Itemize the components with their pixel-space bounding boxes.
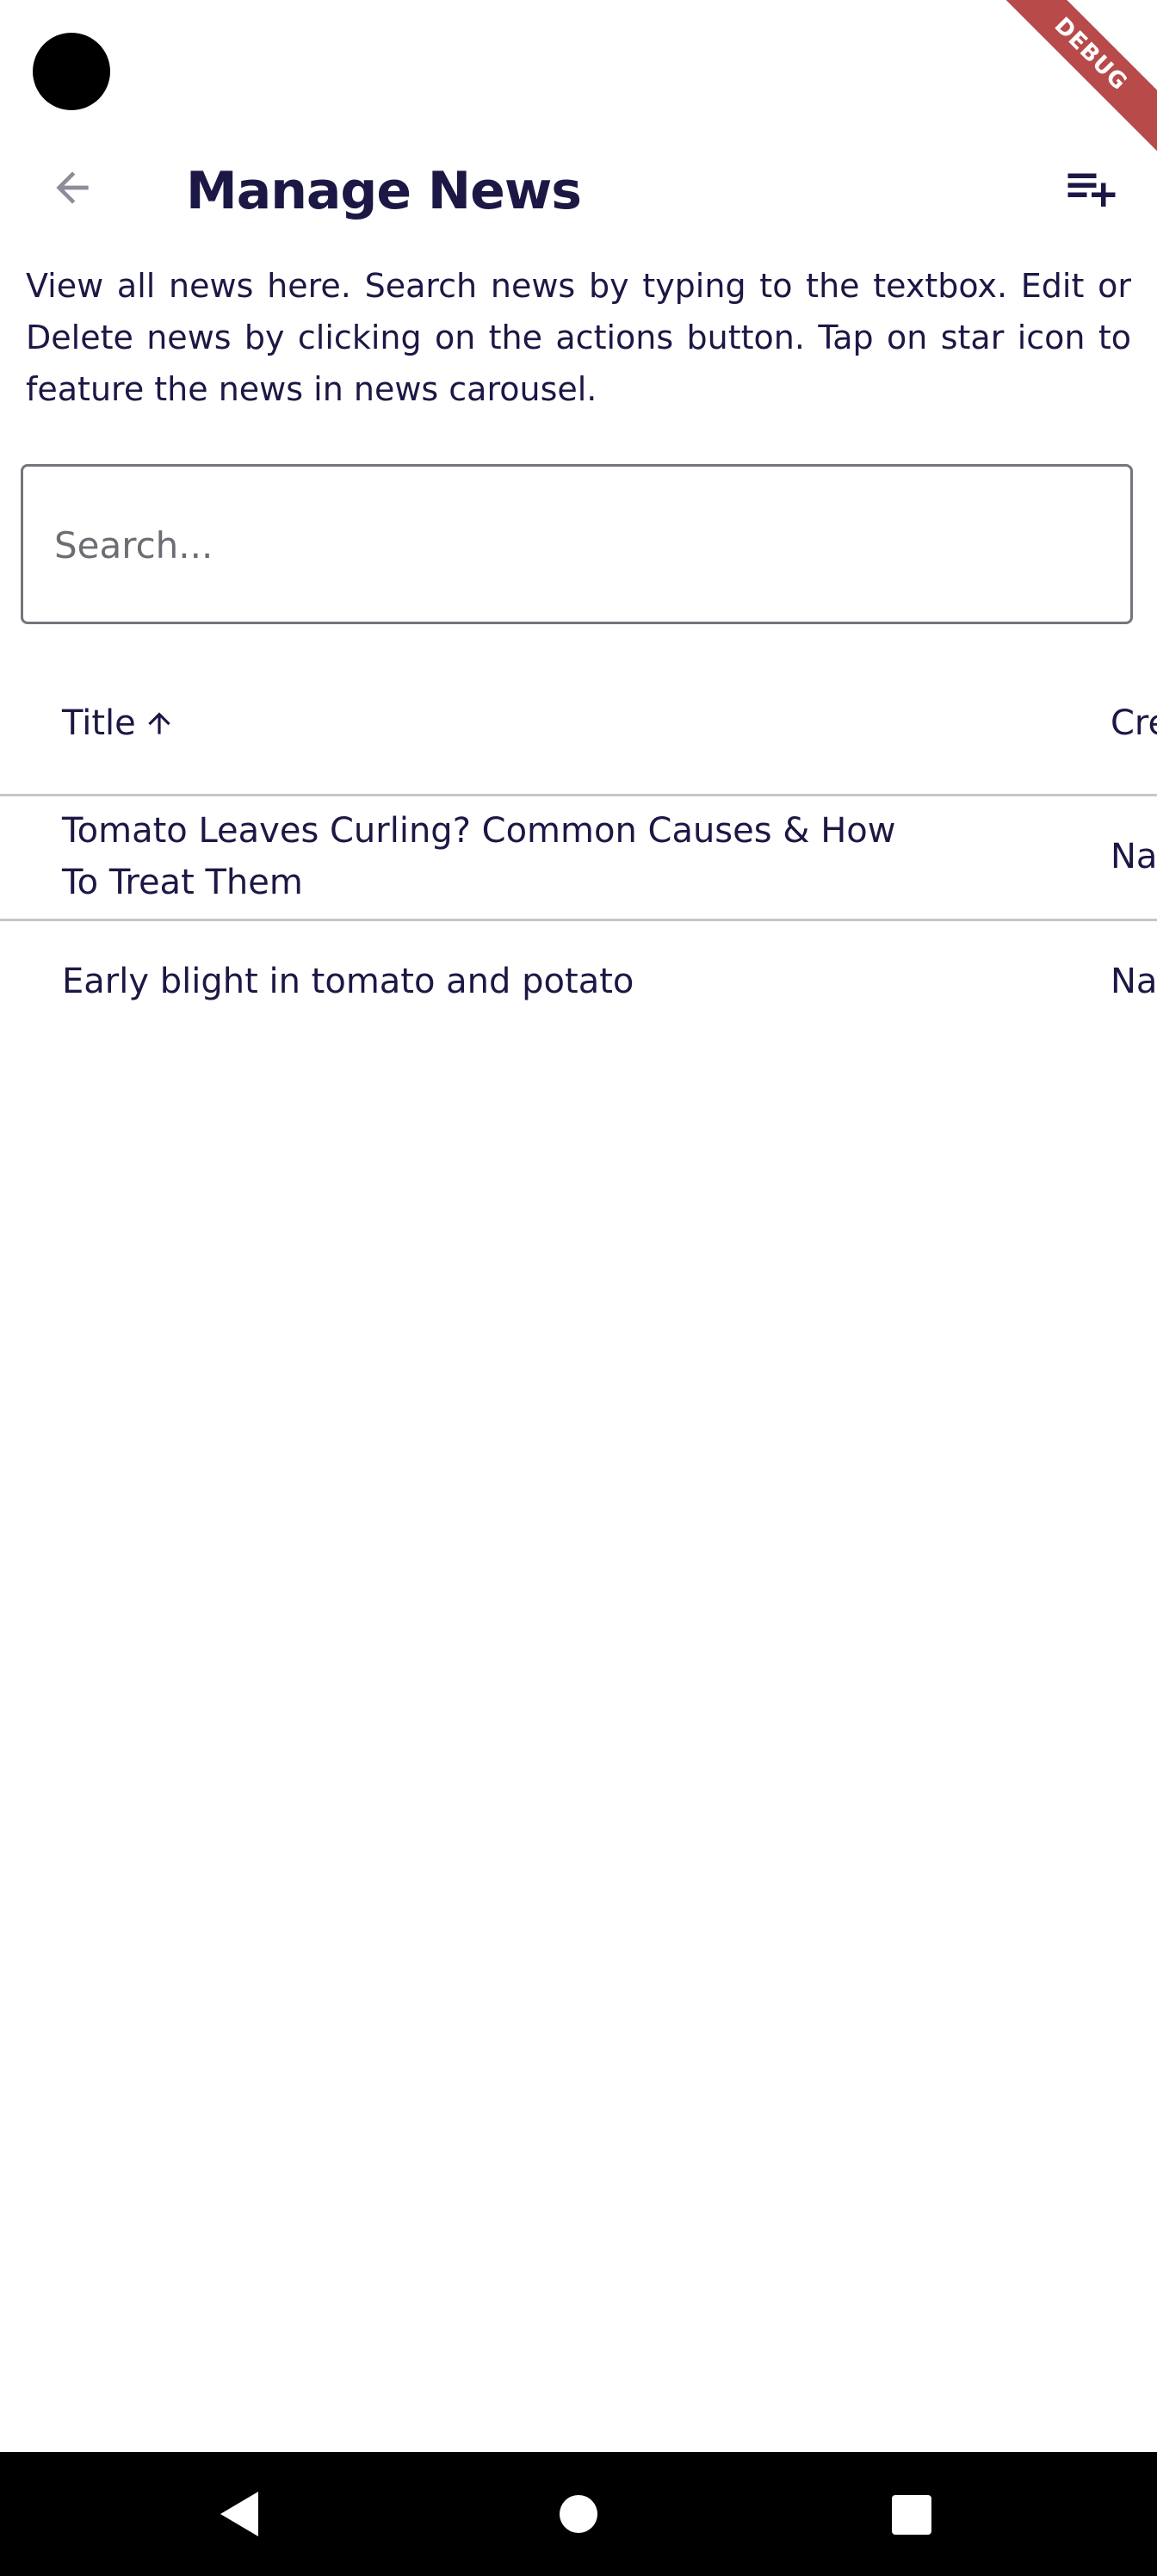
add-news-button[interactable] — [1057, 155, 1126, 224]
app-bar: Manage News — [0, 129, 1157, 250]
arrow-up-icon — [143, 707, 176, 740]
page-description: View all news here. Search news by typin… — [26, 267, 1131, 408]
nav-back-icon[interactable] — [219, 2490, 260, 2542]
playlist-add-icon — [1063, 159, 1120, 220]
arrow-back-icon — [48, 164, 96, 215]
table-header: Title Cre — [0, 654, 1157, 796]
news-table: Title Cre Tomato Leaves Curling? Common … — [0, 654, 1157, 1043]
search-input[interactable] — [53, 467, 1089, 623]
cell-title: Tomato Leaves Curling? Common Causes & H… — [62, 811, 896, 902]
table-row[interactable]: Tomato Leaves Curling? Common Causes & H… — [0, 796, 1157, 921]
camera-cutout — [33, 33, 110, 110]
column-header-title-label: Title — [62, 703, 136, 743]
table-row[interactable]: Early blight in tomato and potato Na — [0, 921, 1157, 1043]
column-header-created[interactable]: Cre — [1111, 699, 1157, 747]
cell-title: Early blight in tomato and potato — [62, 962, 634, 1001]
system-nav-bar — [0, 2452, 1157, 2576]
nav-home-icon[interactable] — [560, 2495, 597, 2533]
cell-created: Na — [1111, 837, 1157, 876]
search-field[interactable] — [21, 464, 1133, 624]
back-button[interactable] — [38, 155, 107, 224]
nav-recents-icon[interactable] — [892, 2495, 931, 2535]
page-title: Manage News — [186, 161, 582, 221]
screen: DEBUG Manage News View all news here. Se… — [0, 0, 1157, 2576]
cell-created: Na — [1111, 962, 1157, 1001]
column-header-title[interactable]: Title — [62, 699, 176, 747]
